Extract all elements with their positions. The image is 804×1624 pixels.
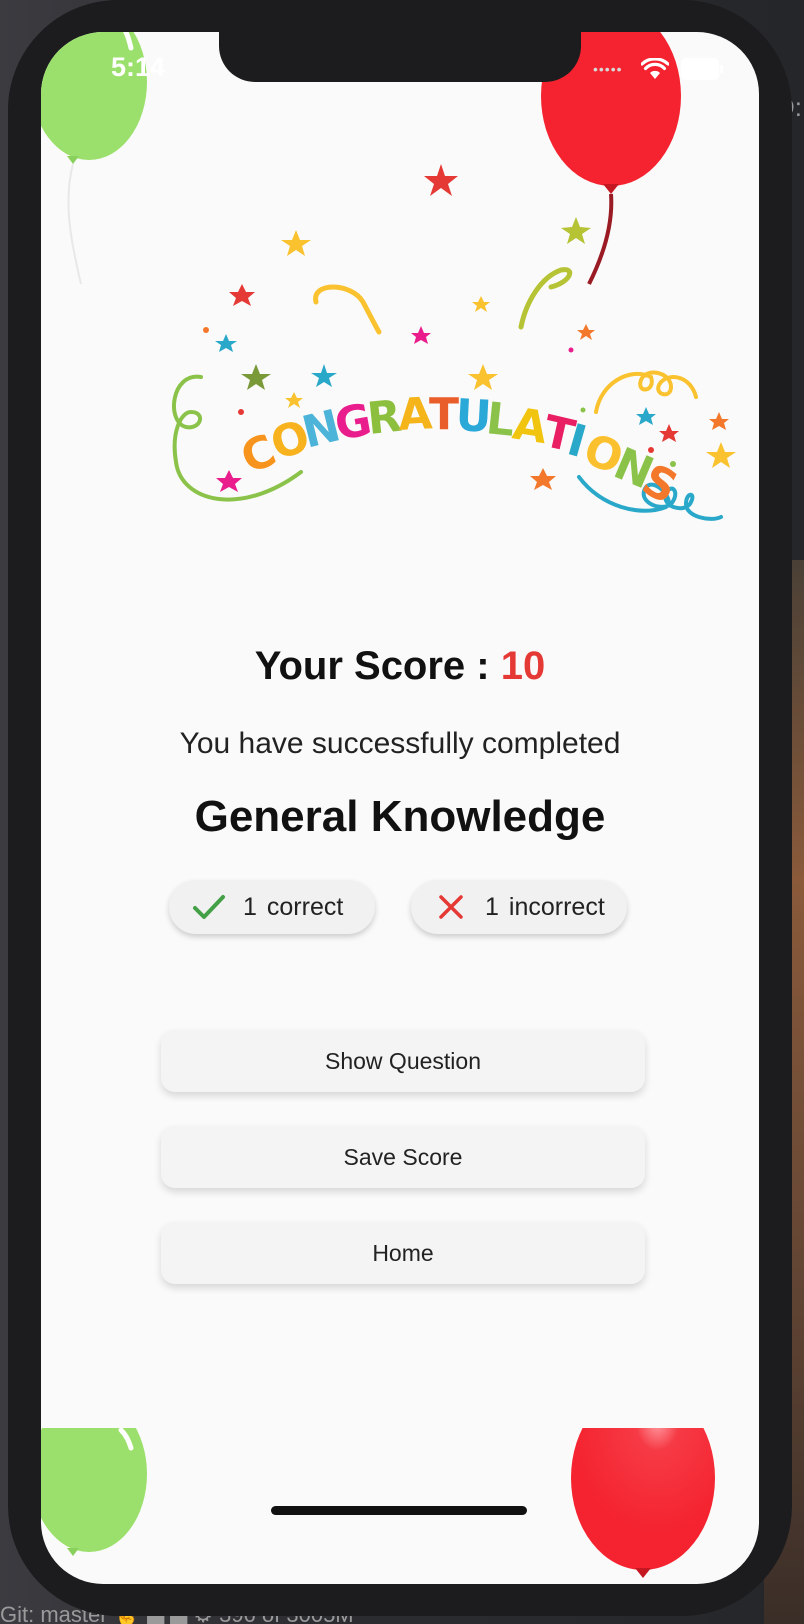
save-score-button[interactable]: Save Score: [161, 1126, 645, 1188]
incorrect-count: 1: [485, 892, 499, 921]
quiz-topic-title: General Knowledge: [194, 792, 606, 841]
congratulations-illustration: C O N G R A T U L A T I O N S: [172, 164, 736, 521]
check-icon: [189, 887, 229, 927]
score-value: 10: [500, 644, 546, 688]
wifi-icon: [641, 58, 669, 79]
red-balloon-bottom-right: [571, 1428, 715, 1578]
app-screen: 5:14 ••••• C O N G R A T U L A T I O N S…: [41, 32, 759, 1584]
correct-count-chip: 1 correct: [169, 880, 375, 934]
correct-label: correct: [266, 892, 344, 921]
battery-icon: [681, 58, 723, 80]
home-indicator[interactable]: [271, 1506, 527, 1515]
close-icon: [431, 887, 471, 927]
score-label: Your Score :: [254, 644, 501, 688]
completed-message: You have successfully completed: [179, 727, 621, 760]
show-question-button[interactable]: Show Question: [161, 1030, 645, 1092]
score-line: Your Score : 10: [41, 644, 759, 689]
home-button[interactable]: Home: [161, 1222, 645, 1284]
incorrect-count-chip: 1 incorrect: [411, 880, 627, 934]
signal-icon: •••••: [593, 61, 623, 77]
phone-frame: 5:14 ••••• C O N G R A T U L A T I O N S…: [8, 0, 792, 1616]
device-notch: [219, 32, 581, 82]
status-time: 5:14: [111, 52, 166, 82]
green-balloon-bottom-left: [41, 1428, 147, 1556]
congratulations-banner: C O N G R A T U L A T I O N S: [234, 388, 685, 514]
correct-count: 1: [243, 892, 257, 921]
incorrect-label: incorrect: [508, 892, 605, 921]
status-icons: •••••: [593, 58, 723, 80]
